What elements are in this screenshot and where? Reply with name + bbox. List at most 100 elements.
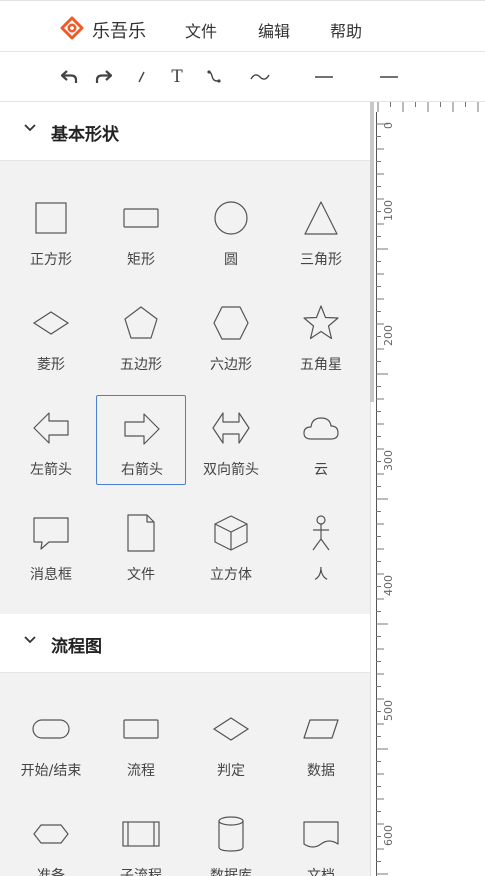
wave-line-icon[interactable]: [249, 66, 271, 88]
shape-decision[interactable]: 判定: [186, 701, 276, 791]
section-header-flowchart[interactable]: 流程图: [0, 614, 370, 673]
chevron-down-icon: [24, 636, 36, 644]
chevron-down-icon: [24, 124, 36, 132]
text-icon[interactable]: T: [166, 66, 188, 88]
triangle-icon: [304, 201, 338, 235]
ruler-label: 600: [382, 825, 395, 846]
shape-left-arrow[interactable]: 左箭头: [6, 400, 96, 490]
shape-triangle[interactable]: 三角形: [276, 190, 366, 280]
shape-label: 双向箭头: [203, 462, 259, 478]
shape-process[interactable]: 流程: [96, 701, 186, 791]
shape-label: 右箭头: [121, 462, 163, 478]
menu-edit[interactable]: 编辑: [258, 18, 290, 42]
shape-label: 流程: [127, 763, 155, 779]
shape-double-arrow[interactable]: 双向箭头: [186, 400, 276, 490]
shape-preparation[interactable]: 准备: [6, 806, 96, 876]
text-tool-label: T: [171, 67, 183, 87]
shape-cube[interactable]: 立方体: [186, 505, 276, 595]
shape-star[interactable]: 五角星: [276, 295, 366, 385]
process-icon: [123, 719, 159, 739]
section-header-basic-shapes[interactable]: 基本形状: [0, 102, 370, 161]
circle-icon: [214, 201, 248, 235]
line-icon[interactable]: [130, 66, 152, 88]
menu-file[interactable]: 文件: [185, 18, 217, 42]
left-arrow-icon: [33, 412, 69, 444]
logo-icon: [60, 16, 84, 40]
ruler-label: 200: [382, 325, 395, 346]
ruler-label: 500: [382, 700, 395, 721]
shape-label: 人: [314, 567, 328, 583]
ruler-label: 400: [382, 575, 395, 596]
terminator-icon: [32, 719, 70, 739]
menu-help[interactable]: 帮助: [330, 18, 362, 42]
shape-label: 数据: [307, 763, 335, 779]
file-icon: [127, 514, 155, 552]
shape-label: 左箭头: [30, 462, 72, 478]
shape-label: 正方形: [30, 252, 72, 268]
subprocess-icon: [122, 821, 160, 847]
shape-circle[interactable]: 圆: [186, 190, 276, 280]
app-title: 乐吾乐: [92, 21, 146, 42]
section-body-flowchart: 开始/结束 流程 判定 数据 准备 子流程 数据库 文档: [0, 673, 370, 876]
shape-label: 文档: [307, 868, 335, 876]
shape-document[interactable]: 文档: [276, 806, 366, 876]
shape-pentagon[interactable]: 五边形: [96, 295, 186, 385]
ruler-label: 100: [382, 200, 395, 221]
shape-label: 云: [314, 462, 328, 478]
shape-label: 判定: [217, 763, 245, 779]
curve-connector-icon[interactable]: [203, 66, 225, 88]
shape-hexagon[interactable]: 六边形: [186, 295, 276, 385]
shape-label: 立方体: [210, 567, 252, 583]
toolbar: T: [0, 52, 485, 102]
top-menu-bar: 乐吾乐 文件 编辑 帮助: [0, 0, 485, 52]
section-title: 流程图: [51, 637, 102, 657]
data-icon: [303, 719, 339, 739]
person-icon: [312, 515, 330, 551]
preparation-icon: [33, 824, 69, 844]
shape-person[interactable]: 人: [276, 505, 366, 595]
cube-icon: [214, 515, 248, 551]
shape-label: 数据库: [210, 868, 252, 876]
dash-line-icon[interactable]: [313, 66, 335, 88]
decision-icon: [212, 717, 250, 741]
shape-data[interactable]: 数据: [276, 701, 366, 791]
shape-label: 准备: [37, 868, 65, 876]
shape-label: 矩形: [127, 252, 155, 268]
pentagon-icon: [124, 306, 158, 339]
section-title: 基本形状: [51, 125, 119, 145]
shape-subprocess[interactable]: 子流程: [96, 806, 186, 876]
rectangle-icon: [123, 208, 159, 228]
star-icon: [303, 305, 339, 340]
shape-label: 五角星: [300, 357, 342, 373]
shape-label: 消息框: [30, 567, 72, 583]
double-arrow-icon: [212, 412, 250, 444]
hexagon-icon: [213, 306, 249, 340]
shape-label: 开始/结束: [20, 763, 82, 779]
canvas-ruler: 0 100 200 300 400 500 600: [374, 102, 485, 876]
straight-line-icon[interactable]: [378, 66, 400, 88]
shape-message-box[interactable]: 消息框: [6, 505, 96, 595]
redo-icon[interactable]: [93, 66, 115, 88]
shape-database[interactable]: 数据库: [186, 806, 276, 876]
shape-label: 菱形: [37, 357, 65, 373]
message-box-icon: [33, 517, 69, 550]
right-arrow-icon: [124, 413, 160, 445]
shape-label: 三角形: [300, 252, 342, 268]
shape-label: 五边形: [120, 357, 162, 373]
ruler-label: 300: [382, 450, 395, 471]
diamond-icon: [32, 311, 70, 335]
section-body-basic-shapes: 正方形 矩形 圆 三角形 菱形 五边形 六边形 五角星 左箭头 右箭头 双向箭头…: [0, 161, 370, 614]
shape-right-arrow[interactable]: 右箭头: [96, 395, 186, 485]
square-icon: [35, 202, 67, 234]
shape-cloud[interactable]: 云: [276, 400, 366, 490]
shape-terminator[interactable]: 开始/结束: [6, 701, 96, 791]
ruler-label: 0: [382, 122, 395, 129]
shape-label: 圆: [224, 252, 238, 268]
shape-rectangle[interactable]: 矩形: [96, 190, 186, 280]
shape-square[interactable]: 正方形: [6, 190, 96, 280]
shape-label: 子流程: [120, 868, 162, 876]
shape-label: 文件: [127, 567, 155, 583]
shape-file[interactable]: 文件: [96, 505, 186, 595]
undo-icon[interactable]: [58, 66, 80, 88]
shape-diamond[interactable]: 菱形: [6, 295, 96, 385]
